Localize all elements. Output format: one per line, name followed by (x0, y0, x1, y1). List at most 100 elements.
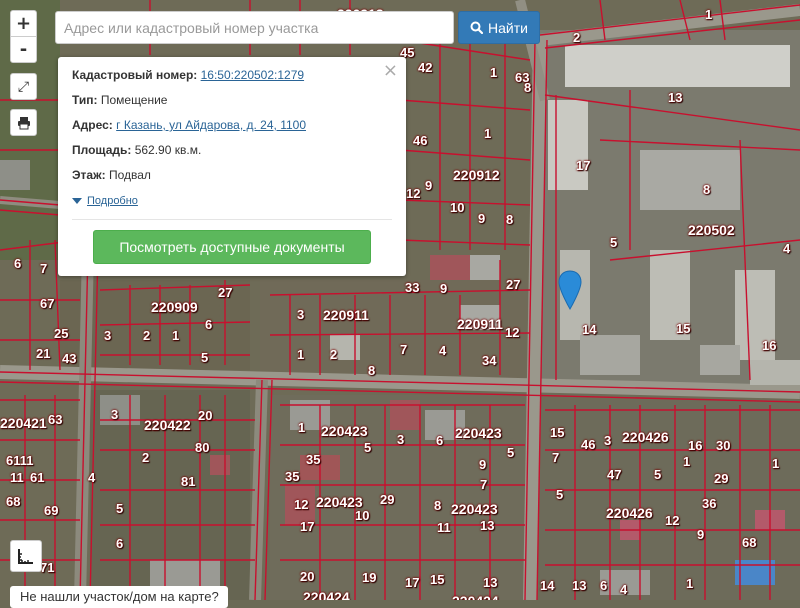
cadastral-label: 4 (783, 241, 791, 256)
cadastral-label: 71 (40, 560, 55, 575)
cadastral-label: 15 (550, 425, 565, 440)
cadastral-label: 47 (607, 467, 622, 482)
cadastral-label: 5 (556, 487, 564, 502)
cadastral-label: 13 (572, 578, 587, 593)
cadastral-label: 1 (686, 576, 694, 591)
cadastral-label: 20 (300, 569, 315, 584)
cadastral-label: 27 (218, 285, 233, 300)
cadastral-label: 1 (490, 65, 498, 80)
cadastral-label: 14 (582, 322, 597, 337)
cadastral-label: 7 (552, 450, 560, 465)
cadastral-label: 11 (437, 520, 451, 535)
popup-value: Подвал (108, 168, 151, 182)
popup-label: Тип: (72, 93, 98, 107)
ruler-icon (18, 549, 33, 564)
measure-button[interactable] (10, 540, 42, 572)
cadastral-label: 2 (142, 450, 150, 465)
search-icon (470, 21, 484, 34)
cadastral-label: 220911 (457, 316, 503, 332)
cadastral-label: 3 (397, 432, 405, 447)
cadastral-label: 6111 (6, 453, 34, 468)
cadastral-label: 1 (297, 347, 305, 362)
more-details-link[interactable]: Подробно (87, 195, 138, 207)
cadastral-label: 8 (368, 363, 376, 378)
cadastral-label: 9 (425, 178, 433, 193)
cadastral-label: 29 (380, 492, 395, 507)
cadastral-label: 6 (116, 536, 124, 551)
search-input[interactable] (55, 11, 454, 44)
cadastral-label: 5 (201, 350, 209, 365)
cadastral-label: 5 (610, 235, 618, 250)
popup-row-area: Площадь: 562.90 кв.м. (72, 143, 392, 168)
cadastral-label: 80 (195, 440, 210, 455)
cadastral-label: 9 (478, 211, 486, 226)
address-link[interactable]: г Казань, ул Айдарова, д. 24, 1100 (116, 118, 306, 132)
location-pin-icon[interactable] (558, 270, 582, 310)
cadastral-label: 69 (44, 503, 59, 518)
cadastral-label: 6 (436, 433, 444, 448)
find-button-label: Найти (488, 19, 528, 36)
cadastral-label: 13 (480, 518, 495, 533)
cadastral-label: 14 (540, 578, 555, 593)
cadastral-label: 5 (507, 445, 515, 460)
zoom-in-button[interactable]: + (10, 10, 37, 37)
cadastral-label: 1 (298, 420, 306, 435)
cadastral-label: 220426 (622, 429, 669, 445)
zoom-out-button[interactable]: - (10, 36, 37, 63)
cadastral-label: 19 (362, 570, 377, 585)
cadastral-label: 25 (54, 326, 69, 341)
cadastral-label: 220424 (303, 589, 350, 600)
cadastral-label: 30 (716, 438, 731, 453)
cadastral-label: 220421 (0, 415, 47, 431)
cadastral-label: 220423 (321, 423, 368, 439)
cadastral-label: 220426 (606, 505, 653, 521)
cadastral-label: 220911 (323, 307, 369, 323)
cadastral-label: 220423 (455, 425, 502, 441)
cadastral-number-link[interactable]: 16:50:220502:1279 (201, 68, 304, 82)
cadastral-label: 68 (6, 494, 21, 509)
cadastral-label: 12 (505, 325, 520, 340)
find-button[interactable]: Найти (458, 11, 540, 44)
cadastral-label: 220909 (151, 299, 198, 315)
cadastral-label: 6 (14, 256, 22, 271)
close-icon[interactable]: × (383, 60, 398, 81)
cadastral-label: 17 (405, 575, 420, 590)
cadastral-label: 5 (116, 501, 124, 516)
cadastral-label: 46 (413, 133, 428, 148)
cadastral-label: 3 (111, 407, 119, 422)
cadastral-label: 10 (450, 200, 465, 215)
more-details-toggle[interactable]: Подробно (72, 193, 392, 211)
cadastral-label: 1 (172, 328, 180, 343)
cadastral-label: 36 (702, 496, 717, 511)
view-documents-button[interactable]: Посмотреть доступные документы (93, 230, 371, 264)
cadastral-label: 63 (48, 412, 63, 427)
cadastral-label: 220912 (453, 167, 500, 183)
cadastral-label: 11 (10, 470, 24, 485)
cadastral-label: 35 (285, 469, 300, 484)
cadastral-label: 27 (506, 277, 521, 292)
cadastral-label: 17 (576, 158, 591, 173)
cadastral-label: 81 (181, 474, 196, 489)
popup-label: Кадастровый номер: (72, 68, 198, 82)
cadastral-label: 8 (434, 498, 442, 513)
popup-label: Этаж: (72, 168, 106, 182)
popup-row-cadastral: Кадастровый номер: 16:50:220502:1279 (72, 68, 392, 93)
not-found-help-button[interactable]: Не нашли участок/дом на карте? (10, 586, 228, 608)
cadastral-label: 16 (762, 338, 777, 353)
cadastral-label: 8 (703, 182, 711, 197)
cadastral-label: 21 (36, 346, 51, 361)
cadastral-label: 42 (418, 60, 433, 75)
cadastral-label: 1 (683, 454, 691, 469)
fullscreen-button[interactable]: ⤢ (10, 73, 37, 100)
cadastral-label: 9 (440, 281, 448, 296)
popup-value: Помещение (100, 93, 168, 107)
popup-row-floor: Этаж: Подвал (72, 168, 392, 193)
cadastral-label: 9 (479, 457, 487, 472)
cadastral-label: 43 (62, 351, 77, 366)
cadastral-label: 7 (480, 477, 488, 492)
print-button[interactable] (10, 109, 37, 136)
cadastral-label: 8 (524, 80, 532, 95)
cadastral-label: 8 (506, 212, 514, 227)
fullscreen-icon: ⤢ (17, 78, 30, 95)
popup-label: Площадь: (72, 143, 132, 157)
